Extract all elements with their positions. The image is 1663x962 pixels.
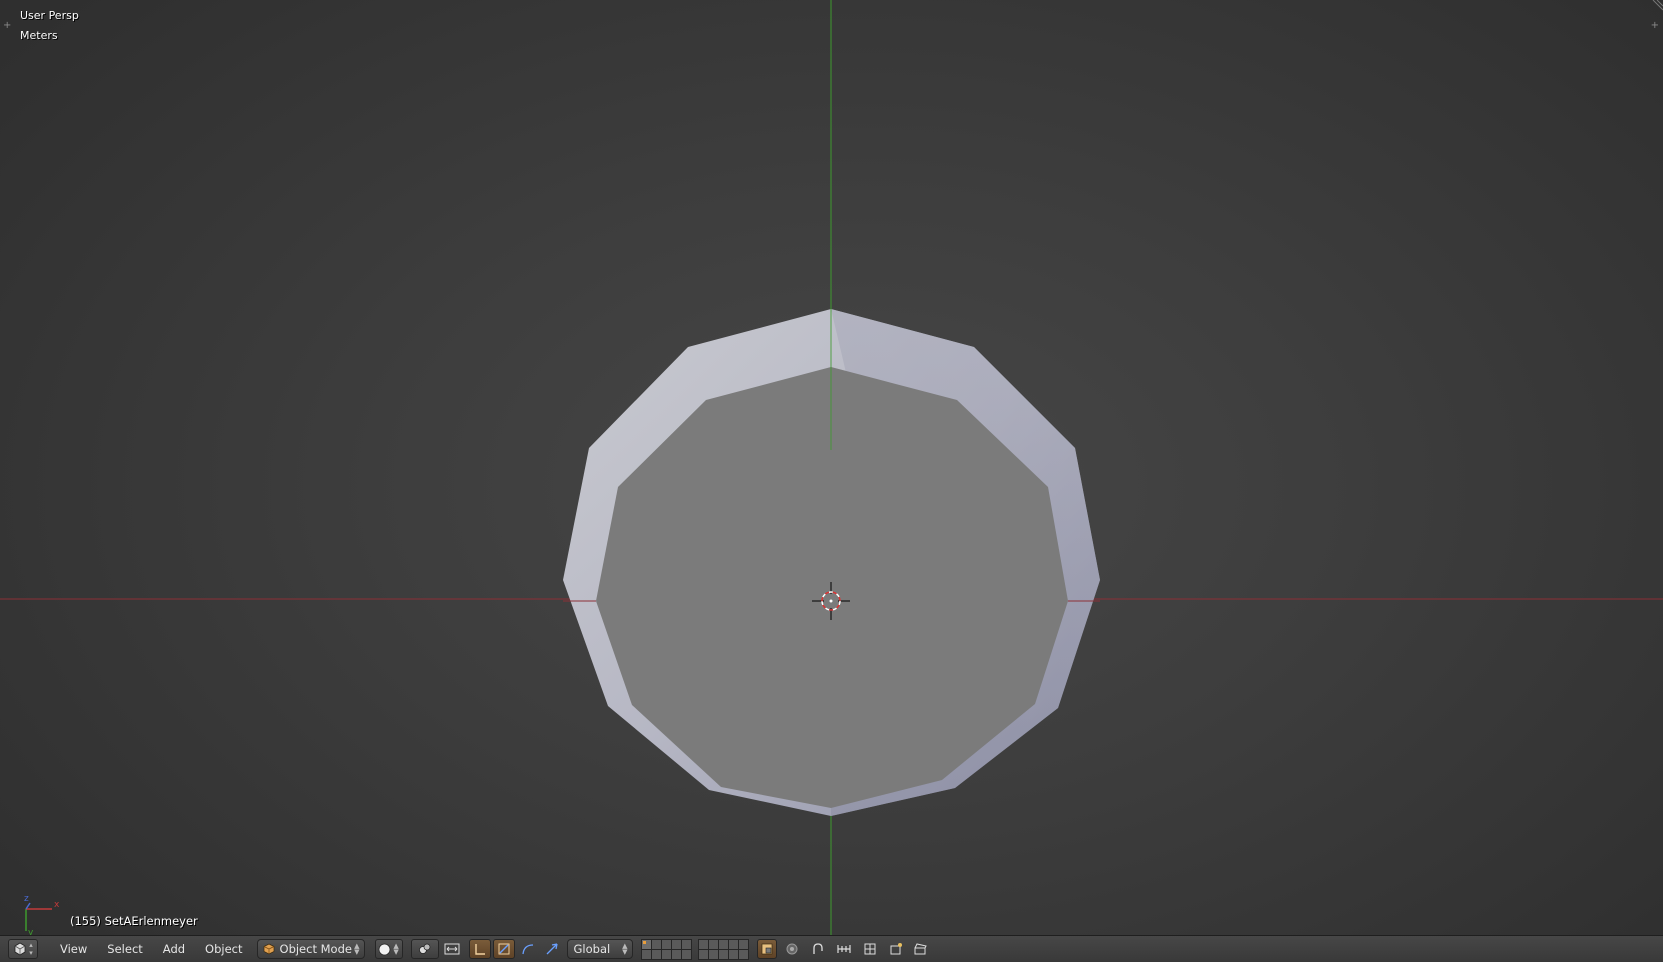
arrow-diagonal-icon	[546, 943, 558, 955]
layer-button[interactable]	[728, 939, 738, 949]
layer-button[interactable]	[681, 939, 691, 949]
snap-toggle-button[interactable]	[807, 939, 829, 959]
render-icon	[890, 943, 902, 955]
updown-arrows-icon: ▲ ▼	[622, 942, 628, 956]
proportional-edit-icon	[786, 943, 798, 955]
layer-button[interactable]	[651, 949, 661, 959]
snap-target-icon	[836, 945, 851, 953]
manipulator-icon	[444, 943, 460, 955]
clapper-icon	[914, 943, 927, 955]
layer-button[interactable]	[681, 949, 691, 959]
region-expand-left-icon[interactable]: +	[3, 20, 11, 31]
translate-manipulator-button[interactable]	[468, 939, 491, 959]
layer-button[interactable]	[641, 949, 651, 959]
cube-icon	[263, 943, 274, 955]
lock-layers-button[interactable]	[756, 939, 777, 959]
transform-orientation-select[interactable]: Global ▲ ▼	[566, 939, 633, 959]
layer-button[interactable]	[661, 939, 671, 949]
layer-button[interactable]	[671, 949, 681, 959]
curve-manipulator-button[interactable]	[517, 939, 539, 959]
interaction-mode-label: Object Mode	[279, 942, 352, 956]
layer-button[interactable]	[661, 949, 671, 959]
rotate-manipulator-button[interactable]	[492, 939, 515, 959]
layer-button[interactable]	[698, 939, 708, 949]
menu-view[interactable]: View	[52, 939, 95, 959]
translate-icon	[474, 944, 485, 955]
scale-icon	[521, 944, 533, 955]
layer-button[interactable]	[671, 939, 681, 949]
axis-gizmo: x z y	[24, 894, 60, 935]
snap-icon	[812, 943, 823, 954]
proportional-edit-button[interactable]	[781, 939, 803, 959]
3d-view-icon	[14, 942, 26, 956]
arrow-manipulator-button[interactable]	[541, 939, 563, 959]
layer-button[interactable]	[641, 939, 651, 949]
updown-arrows-icon: ▲ ▼	[354, 942, 360, 956]
menu-object[interactable]: Object	[197, 939, 250, 959]
layer-selector[interactable]	[640, 938, 749, 960]
viewport-header: ▴ ▾ View Select Add Object Object Mode ▲ ▼…	[0, 935, 1663, 962]
manipulator-toggle-button[interactable]	[441, 939, 463, 959]
svg-text:y: y	[28, 928, 34, 935]
pivot-icon	[418, 943, 430, 954]
pivot-point-button[interactable]	[410, 939, 439, 959]
solid-sphere-icon	[378, 943, 391, 955]
menu-add[interactable]: Add	[155, 939, 193, 959]
units-label: Meters	[20, 29, 58, 42]
layer-button[interactable]	[718, 949, 728, 959]
layer-button[interactable]	[728, 949, 738, 959]
opengl-render-animation-button[interactable]	[909, 939, 931, 959]
lock-layers-icon	[761, 943, 772, 955]
region-expand-right-icon[interactable]: +	[1651, 20, 1659, 31]
view-name-label: User Persp	[20, 9, 79, 22]
snap-grid-icon	[864, 943, 876, 955]
svg-text:x: x	[54, 900, 60, 910]
rotate-icon	[498, 943, 510, 955]
viewport-shading-button[interactable]: ▲ ▼	[374, 939, 403, 959]
layer-button[interactable]	[708, 949, 718, 959]
layer-button[interactable]	[651, 939, 661, 949]
interaction-mode-select[interactable]: Object Mode ▲ ▼	[256, 939, 365, 959]
transform-orientation-label: Global	[573, 942, 611, 956]
layer-button[interactable]	[738, 939, 748, 949]
snap-element-select[interactable]	[831, 939, 857, 959]
3d-viewport[interactable]: User Persp Meters (155) SetAErlenmeyer +…	[0, 0, 1663, 935]
layer-button[interactable]	[698, 949, 708, 959]
layer-block-1[interactable]	[640, 938, 692, 960]
erlenmeyer-mesh[interactable]	[563, 0, 1100, 816]
active-object-label: (155) SetAErlenmeyer	[70, 914, 198, 928]
layer-button[interactable]	[718, 939, 728, 949]
svg-text:z: z	[24, 894, 29, 904]
editor-type-button[interactable]: ▴ ▾	[8, 939, 38, 959]
layer-button[interactable]	[708, 939, 718, 949]
scene-canvas[interactable]	[0, 0, 1663, 935]
opengl-render-button[interactable]	[885, 939, 907, 959]
layer-block-2[interactable]	[697, 938, 749, 960]
snap-target-button[interactable]	[859, 939, 881, 959]
menu-select[interactable]: Select	[99, 939, 150, 959]
layer-button[interactable]	[738, 949, 748, 959]
area-split-corner-icon[interactable]	[1651, 0, 1663, 12]
